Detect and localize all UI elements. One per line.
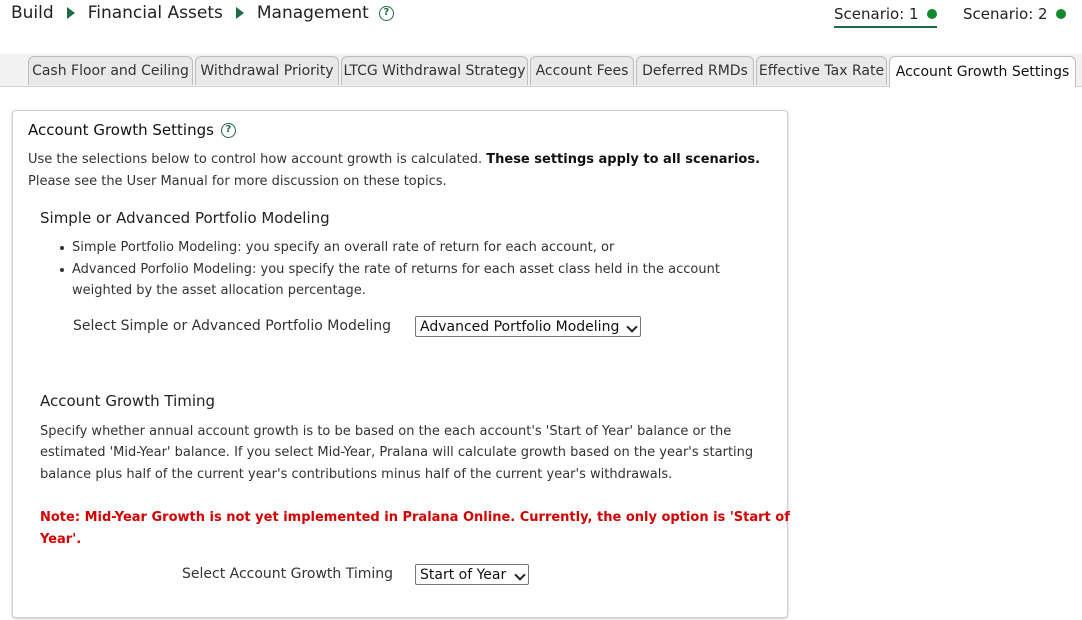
growth-timing-value: Start of Year <box>420 566 507 583</box>
status-dot-icon <box>926 9 937 19</box>
timing-desc-line1: Specify whether annual account growth is… <box>40 424 732 439</box>
tab-deferred-rmds[interactable]: Deferred RMDs <box>636 56 754 85</box>
help-icon[interactable]: ? <box>378 5 394 21</box>
intro-text: Use the selections below to control how … <box>28 152 760 167</box>
timing-heading: Account Growth Timing <box>40 392 216 410</box>
modeling-heading: Simple or Advanced Portfolio Modeling <box>40 209 330 227</box>
modeling-bullet-2-line2: weighted by the asset allocation percent… <box>72 283 366 298</box>
intro-line2: Please see the User Manual for more disc… <box>28 174 447 189</box>
tab-account-fees[interactable]: Account Fees <box>530 56 634 85</box>
portfolio-modeling-select[interactable]: Advanced Portfolio Modeling <box>415 316 641 337</box>
scenario-1-tab[interactable]: Scenario: 1 <box>834 5 937 28</box>
account-growth-settings-panel: Account Growth Settings ? Use the select… <box>12 110 790 618</box>
growth-timing-select[interactable]: Start of Year <box>415 564 529 585</box>
breadcrumb: Build Financial Assets Management ? <box>11 3 394 23</box>
timing-note-line1: Note: Mid-Year Growth is not yet impleme… <box>40 510 790 525</box>
tab-cash-floor-ceiling[interactable]: Cash Floor and Ceiling <box>28 56 193 85</box>
bullet-icon <box>60 268 64 272</box>
timing-desc-line3: balance plus half of the current year's … <box>40 467 673 482</box>
scenario-1-label: Scenario: 1 <box>834 5 919 23</box>
timing-desc-line2: estimated 'Mid-Year' balance. If you sel… <box>40 445 754 460</box>
portfolio-modeling-value: Advanced Portfolio Modeling <box>420 318 620 335</box>
bullet-icon <box>60 246 64 250</box>
top-header: Build Financial Assets Management ? Scen… <box>0 0 1082 54</box>
breadcrumb-arrow-icon <box>235 7 244 19</box>
modeling-bullet-1: Simple Portfolio Modeling: you specify a… <box>72 240 615 255</box>
breadcrumb-build[interactable]: Build <box>11 3 54 23</box>
scenario-2-tab[interactable]: Scenario: 2 <box>963 5 1066 23</box>
tab-ltcg-withdrawal-strategy[interactable]: LTCG Withdrawal Strategy <box>341 56 528 85</box>
breadcrumb-arrow-icon <box>66 7 75 19</box>
breadcrumb-management[interactable]: Management <box>257 3 369 23</box>
modeling-bullet-2-line1: Advanced Porfolio Modeling: you specify … <box>72 262 720 277</box>
tab-withdrawal-priority[interactable]: Withdrawal Priority <box>195 56 339 85</box>
modeling-select-label: Select Simple or Advanced Portfolio Mode… <box>73 318 391 334</box>
tab-effective-tax-rate[interactable]: Effective Tax Rate <box>756 56 887 85</box>
panel-title: Account Growth Settings <box>28 121 214 139</box>
help-icon[interactable]: ? <box>220 122 236 138</box>
chevron-down-icon <box>626 321 638 333</box>
status-dot-icon <box>1055 9 1066 19</box>
panel-title-row: Account Growth Settings ? <box>28 121 236 139</box>
chevron-down-icon <box>514 569 526 581</box>
timing-select-label: Select Account Growth Timing <box>182 566 394 582</box>
tab-account-growth-settings[interactable]: Account Growth Settings <box>889 56 1076 87</box>
intro-bold: These settings apply to all scenarios. <box>486 152 761 167</box>
timing-note-line2: Year'. <box>40 532 82 547</box>
intro-plain: Use the selections below to control how … <box>28 152 487 167</box>
breadcrumb-financial-assets[interactable]: Financial Assets <box>88 3 223 23</box>
scenario-2-label: Scenario: 2 <box>963 5 1048 23</box>
